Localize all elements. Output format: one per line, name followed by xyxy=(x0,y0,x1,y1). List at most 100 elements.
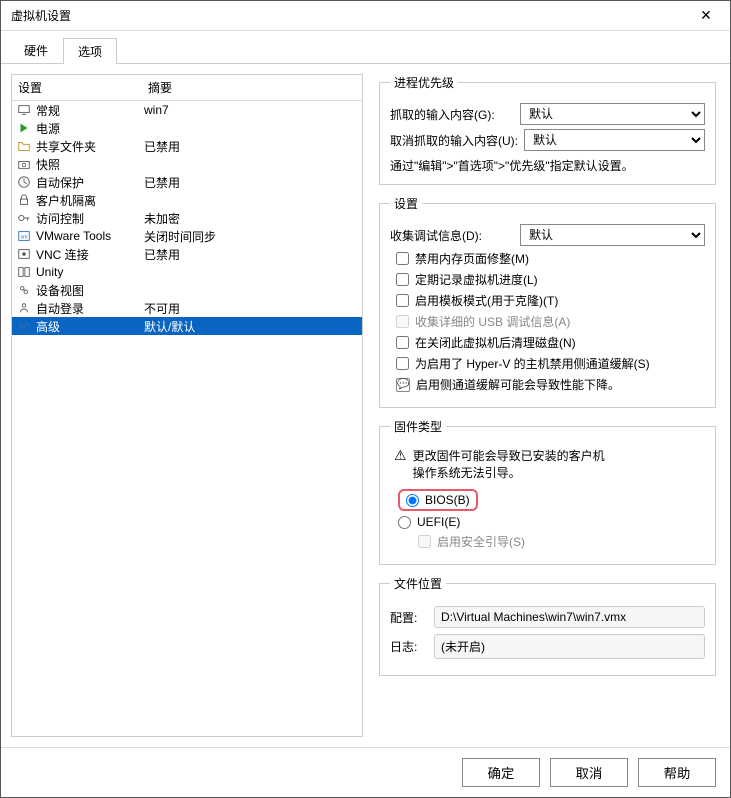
list-item[interactable]: 设备视图 xyxy=(12,281,362,299)
label-usb-debug: 收集详细的 USB 调试信息(A) xyxy=(415,313,570,330)
tab-hardware[interactable]: 硬件 xyxy=(9,37,63,63)
list-item-name: 高级 xyxy=(34,318,144,335)
list-item-summary: 已禁用 xyxy=(144,246,360,263)
warning-icon: ⚠ xyxy=(394,447,407,481)
list-item[interactable]: 自动保护已禁用 xyxy=(12,173,362,191)
select-captured-priority[interactable]: 默认 xyxy=(520,103,705,125)
list-item[interactable]: 访问控制未加密 xyxy=(12,209,362,227)
list-item-name: 常规 xyxy=(34,102,144,119)
header-summary: 摘要 xyxy=(142,75,362,100)
list-item[interactable]: Unity xyxy=(12,263,362,281)
list-item-name: 设备视图 xyxy=(34,282,144,299)
label-hyperv-mitigation: 为启用了 Hyper-V 的主机禁用侧通道缓解(S) xyxy=(415,355,650,372)
monitor-icon xyxy=(14,103,34,117)
auto-icon xyxy=(14,301,34,315)
window-title: 虚拟机设置 xyxy=(11,7,692,24)
settings-list-header: 设置 摘要 xyxy=(12,75,362,101)
checkbox-hyperv-mitigation[interactable] xyxy=(396,357,409,370)
list-item-name: 快照 xyxy=(34,156,144,173)
checkbox-template-mode[interactable] xyxy=(396,294,409,307)
label-log-progress: 定期记录虚拟机进度(L) xyxy=(415,271,538,288)
group-firmware-type: 固件类型 ⚠ 更改固件可能会导致已安装的客户机 操作系统无法引导。 BIOS(B… xyxy=(379,418,716,565)
legend-priority: 进程优先级 xyxy=(390,74,458,91)
list-item-summary: 不可用 xyxy=(144,300,360,317)
list-item[interactable]: 电源 xyxy=(12,119,362,137)
list-item-name: VNC 连接 xyxy=(34,246,144,263)
checkbox-clean-disk[interactable] xyxy=(396,336,409,349)
list-item[interactable]: 客户机隔离 xyxy=(12,191,362,209)
power-icon xyxy=(14,121,34,135)
log-path-field[interactable]: (未开启) xyxy=(434,634,705,659)
list-item-summary: 已禁用 xyxy=(144,138,360,155)
list-item-summary: 已禁用 xyxy=(144,174,360,191)
select-released-priority[interactable]: 默认 xyxy=(524,129,705,151)
vnc-icon xyxy=(14,247,34,261)
details-panel: 进程优先级 抓取的输入内容(G): 默认 取消抓取的输入内容(U): 默认 通过… xyxy=(375,74,720,737)
tab-options[interactable]: 选项 xyxy=(63,38,117,64)
list-item-name: 访问控制 xyxy=(34,210,144,227)
titlebar: 虚拟机设置 ✕ xyxy=(1,1,730,31)
svg-text:vm: vm xyxy=(21,235,29,241)
list-item-summary: win7 xyxy=(144,103,360,117)
list-item[interactable]: 快照 xyxy=(12,155,362,173)
list-item-name: Unity xyxy=(34,265,144,279)
list-item[interactable]: VNC 连接已禁用 xyxy=(12,245,362,263)
camera-icon xyxy=(14,157,34,171)
dialog-footer: 确定 取消 帮助 xyxy=(1,747,730,797)
list-item-name: 自动登录 xyxy=(34,300,144,317)
list-item-summary: 默认/默认 xyxy=(144,318,360,335)
select-debug-info[interactable]: 默认 xyxy=(520,224,705,246)
label-debug-info: 收集调试信息(D): xyxy=(390,227,514,244)
list-item[interactable]: vm VMware Tools关闭时间同步 xyxy=(12,227,362,245)
label-clean-disk: 在关闭此虚拟机后清理磁盘(N) xyxy=(415,334,576,351)
header-setting: 设置 xyxy=(12,75,142,100)
adv-icon xyxy=(14,319,34,333)
settings-list-body: 常规win7电源共享文件夹已禁用快照自动保护已禁用客户机隔离访问控制未加密vmV… xyxy=(12,101,362,736)
list-item[interactable]: 常规win7 xyxy=(12,101,362,119)
radio-bios[interactable] xyxy=(406,494,419,507)
list-item-name: 客户机隔离 xyxy=(34,192,144,209)
device-icon xyxy=(14,283,34,297)
checkbox-disable-mem-trim[interactable] xyxy=(396,252,409,265)
radio-uefi[interactable] xyxy=(398,516,411,529)
legend-firmware: 固件类型 xyxy=(390,418,446,435)
list-item[interactable]: 共享文件夹已禁用 xyxy=(12,137,362,155)
label-disable-mem-trim: 禁用内存页面修整(M) xyxy=(415,250,529,267)
priority-note: 通过"编辑">"首选项">"优先级"指定默认设置。 xyxy=(390,157,705,174)
key-icon xyxy=(14,211,34,225)
help-button[interactable]: 帮助 xyxy=(638,758,716,787)
list-item-name: 共享文件夹 xyxy=(34,138,144,155)
checkbox-log-progress[interactable] xyxy=(396,273,409,286)
list-item[interactable]: 自动登录不可用 xyxy=(12,299,362,317)
close-icon[interactable]: ✕ xyxy=(692,7,720,24)
firmware-warning-text: 更改固件可能会导致已安装的客户机 操作系统无法引导。 xyxy=(413,447,605,481)
list-item-name: 电源 xyxy=(34,120,144,137)
label-log: 日志: xyxy=(390,638,426,655)
highlight-bios: BIOS(B) xyxy=(398,489,478,511)
lock-icon xyxy=(14,193,34,207)
legend-settings: 设置 xyxy=(390,195,422,212)
config-path-field[interactable]: D:\Virtual Machines\win7\win7.vmx xyxy=(434,606,705,628)
settings-list-panel: 设置 摘要 常规win7电源共享文件夹已禁用快照自动保护已禁用客户机隔离访问控制… xyxy=(11,74,363,737)
list-item[interactable]: 高级默认/默认 xyxy=(12,317,362,335)
checkbox-secure-boot xyxy=(418,535,431,548)
list-item-name: 自动保护 xyxy=(34,174,144,191)
list-item-name: VMware Tools xyxy=(34,229,144,243)
label-config: 配置: xyxy=(390,609,426,626)
checkbox-usb-debug xyxy=(396,315,409,328)
label-secure-boot: 启用安全引导(S) xyxy=(437,533,525,550)
cancel-button[interactable]: 取消 xyxy=(550,758,628,787)
unity-icon xyxy=(14,265,34,279)
info-sidechannel-text: 启用侧通道缓解可能会导致性能下降。 xyxy=(416,376,620,393)
list-item-summary: 未加密 xyxy=(144,210,360,227)
info-icon: 💬 xyxy=(396,378,410,392)
ok-button[interactable]: 确定 xyxy=(462,758,540,787)
clock-icon xyxy=(14,175,34,189)
label-template-mode: 启用模板模式(用于克隆)(T) xyxy=(415,292,558,309)
group-process-priority: 进程优先级 抓取的输入内容(G): 默认 取消抓取的输入内容(U): 默认 通过… xyxy=(379,74,716,185)
group-file-location: 文件位置 配置: D:\Virtual Machines\win7\win7.v… xyxy=(379,575,716,676)
label-uefi: UEFI(E) xyxy=(417,515,460,529)
legend-file-location: 文件位置 xyxy=(390,575,446,592)
list-item-summary: 关闭时间同步 xyxy=(144,228,360,245)
label-released-input: 取消抓取的输入内容(U): xyxy=(390,132,518,149)
